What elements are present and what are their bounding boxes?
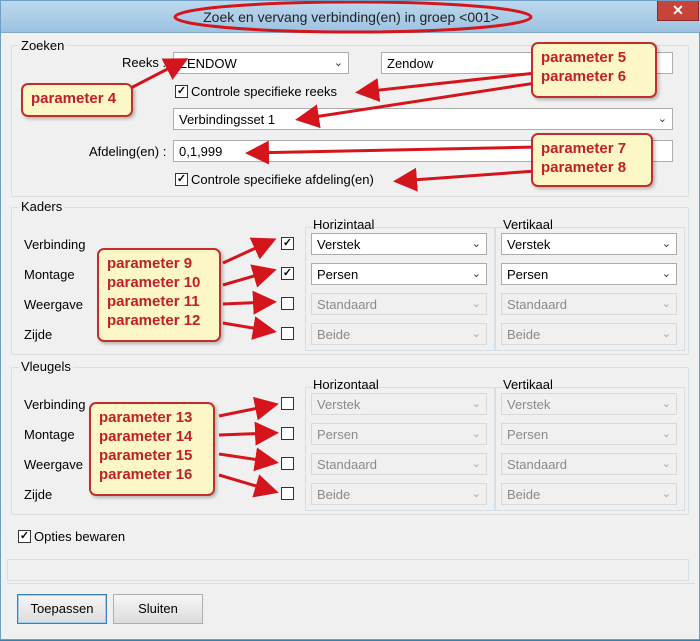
callout-parameter-9-12: parameter 9 parameter 10 parameter 11 pa…	[97, 248, 221, 342]
arrow-p9	[222, 237, 277, 265]
arrow-p15	[218, 447, 279, 472]
arrow-p7	[245, 140, 537, 165]
callout-parameter-4: parameter 4	[21, 83, 133, 117]
callout-text: parameter 13	[99, 409, 193, 426]
callout-text: parameter 10	[107, 274, 201, 291]
arrow-p14	[218, 421, 279, 446]
arrow-p10	[222, 264, 277, 288]
callout-text: parameter 11	[107, 293, 200, 310]
callout-text: parameter 8	[541, 159, 627, 176]
callout-text: parameter 4	[31, 90, 117, 107]
callout-text: parameter 9	[107, 255, 193, 272]
arrow-p16	[218, 473, 279, 498]
callout-text: parameter 16	[99, 466, 193, 483]
arrow-p11	[222, 290, 277, 315]
callout-text: parameter 7	[541, 140, 627, 157]
callout-parameter-5-6: parameter 5 parameter 6	[531, 42, 657, 98]
callout-text: parameter 12	[107, 312, 201, 329]
arrow-p6	[295, 81, 537, 129]
callout-text: parameter 14	[99, 428, 193, 445]
callout-parameter-13-16: parameter 13 parameter 14 parameter 15 p…	[89, 402, 215, 496]
callout-text: parameter 5	[541, 49, 627, 66]
dialog-window: Zoek en vervang verbinding(en) in groep …	[0, 0, 700, 640]
callout-text: parameter 15	[99, 447, 193, 464]
arrow-p5	[355, 71, 537, 102]
title-highlight-ellipse	[173, 1, 533, 34]
callout-parameter-7-8: parameter 7 parameter 8	[531, 133, 653, 187]
arrow-p8	[393, 167, 537, 192]
arrow-p12	[222, 316, 277, 340]
callout-text: parameter 6	[541, 68, 627, 85]
arrow-p13	[218, 396, 279, 421]
